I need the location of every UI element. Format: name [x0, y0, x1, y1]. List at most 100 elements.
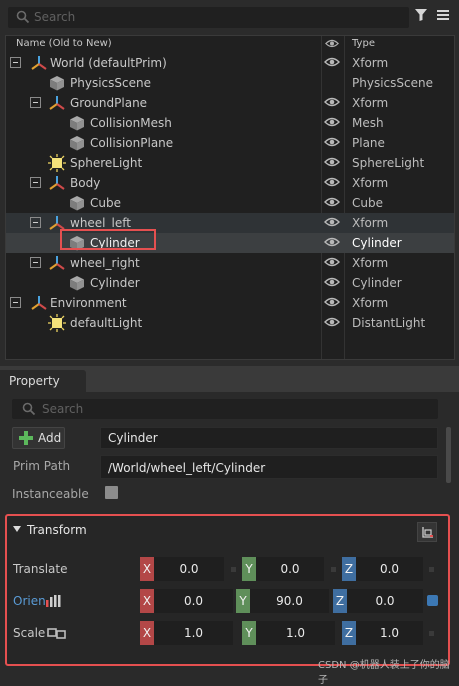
visibility-eye-icon[interactable] [324, 316, 340, 330]
tree-row-type: Xform [352, 176, 389, 190]
tree-row[interactable]: GroundPlane Xform [6, 93, 454, 113]
orient-x-field[interactable]: 0.0 [154, 589, 233, 613]
collapse-toggle-icon[interactable] [30, 177, 41, 188]
scale-z-field[interactable]: 1.0 [356, 621, 423, 645]
tree-row[interactable]: CollisionPlane Plane [6, 133, 454, 153]
keyframe-dot[interactable] [331, 567, 336, 572]
axis-z-label: Z [333, 589, 347, 613]
link-icon[interactable] [47, 626, 67, 640]
translate-z-field[interactable]: 0.0 [356, 557, 423, 581]
tree-row-type: Xform [352, 216, 389, 230]
prim-name-field[interactable]: Cylinder [100, 427, 438, 449]
add-button[interactable]: Add [12, 427, 65, 449]
tree-row[interactable]: World (defaultPrim) Xform [6, 53, 454, 73]
xform-icon [48, 174, 66, 192]
light-icon [48, 154, 66, 172]
prim-path-field[interactable]: /World/wheel_left/Cylinder [100, 455, 438, 479]
property-scrollbar[interactable] [446, 427, 451, 483]
scale-x-field[interactable]: 1.0 [154, 621, 233, 645]
add-button-label: Add [38, 431, 62, 445]
tree-row-name: PhysicsScene [70, 76, 151, 90]
stage-search-input[interactable]: Search [8, 7, 409, 28]
tree-row-type: Xform [352, 96, 389, 110]
translate-label: Translate [13, 562, 68, 576]
transform-section: Transform Translate X 0.0 Y 0.0 Z 0.0 Or… [5, 514, 450, 666]
tree-row-type: Cylinder [352, 276, 402, 290]
collapse-toggle-icon[interactable] [30, 217, 41, 228]
tree-row-name: World (defaultPrim) [50, 56, 167, 70]
visibility-eye-icon[interactable] [324, 296, 340, 310]
tree-row[interactable]: Cylinder Cylinder [6, 273, 454, 293]
orient-mode-icon[interactable] [45, 594, 65, 608]
keyframe-dot[interactable] [429, 567, 434, 572]
tree-row[interactable]: Body Xform [6, 173, 454, 193]
orient-label: Orien [13, 594, 46, 608]
tree-row-type: Mesh [352, 116, 384, 130]
tree-row[interactable]: PhysicsScene PhysicsScene [6, 73, 454, 93]
tree-row[interactable]: Cube Cube [6, 193, 454, 213]
tree-row[interactable]: defaultLight DistantLight [6, 313, 454, 333]
tree-row-name: CollisionMesh [90, 116, 172, 130]
stage-panel: Search Name (Old to New) Type World (def… [0, 0, 459, 366]
keyframe-dot[interactable] [231, 567, 236, 572]
translate-row: Translate X 0.0 Y 0.0 Z 0.0 [9, 557, 449, 581]
filter-icon[interactable] [414, 8, 428, 22]
tree-header: Name (Old to New) Type [6, 36, 454, 53]
visibility-eye-icon[interactable] [324, 256, 340, 270]
stage-search-placeholder: Search [34, 10, 76, 24]
xform-icon [30, 54, 48, 72]
tab-property[interactable]: Property [0, 370, 86, 392]
translate-y-field[interactable]: 0.0 [256, 557, 324, 581]
xform-icon [48, 94, 66, 112]
visibility-eye-icon[interactable] [324, 156, 340, 170]
collapse-toggle-icon[interactable] [30, 97, 41, 108]
keyframe-dot[interactable] [429, 631, 434, 636]
tree-row[interactable]: CollisionMesh Mesh [6, 113, 454, 133]
visibility-eye-icon[interactable] [324, 176, 340, 190]
transform-header[interactable]: Transform [9, 519, 446, 543]
collapse-toggle-icon[interactable] [10, 57, 21, 68]
orient-z-field[interactable]: 0.0 [347, 589, 423, 613]
xform-icon [48, 254, 66, 272]
tree-row-name: CollisionPlane [90, 136, 174, 150]
tree-row[interactable]: wheel_right Xform [6, 253, 454, 273]
collapse-triangle-icon[interactable] [13, 526, 21, 532]
visibility-eye-icon[interactable] [324, 116, 340, 130]
tree-row-name: GroundPlane [70, 96, 148, 110]
visibility-eye-icon[interactable] [324, 216, 340, 230]
transform-options-button[interactable] [417, 522, 437, 542]
tree-row-type: PhysicsScene [352, 76, 433, 90]
column-type[interactable]: Type [352, 38, 375, 49]
scale-label: Scale [13, 626, 46, 640]
visibility-eye-icon[interactable] [324, 236, 340, 250]
visibility-eye-icon[interactable] [324, 56, 340, 70]
column-name[interactable]: Name (Old to New) [16, 38, 112, 49]
tree-row[interactable]: Environment Xform [6, 293, 454, 313]
collapse-toggle-icon[interactable] [30, 257, 41, 268]
keyframe-dot-active[interactable] [427, 595, 438, 606]
visibility-eye-icon[interactable] [324, 136, 340, 150]
property-panel: Search Add Cylinder Prim Path /World/whe… [0, 392, 459, 675]
scale-y-field[interactable]: 1.0 [256, 621, 335, 645]
menu-icon[interactable] [436, 8, 450, 22]
tree-row-type: SphereLight [352, 156, 425, 170]
tree-row-name: Cube [90, 196, 121, 210]
tree-row-name: Cylinder [90, 276, 140, 290]
translate-x-field[interactable]: 0.0 [154, 557, 224, 581]
instanceable-checkbox[interactable] [105, 486, 118, 499]
mesh-icon [48, 74, 66, 92]
property-search-input[interactable]: Search [12, 399, 438, 419]
visibility-eye-icon[interactable] [324, 96, 340, 110]
orient-y-field[interactable]: 90.0 [250, 589, 329, 613]
search-icon [22, 402, 36, 416]
visibility-eye-icon[interactable] [324, 196, 340, 210]
stage-tree[interactable]: Name (Old to New) Type World (defaultPri… [5, 35, 455, 360]
tree-row[interactable]: SphereLight SphereLight [6, 153, 454, 173]
axis-x-label: X [140, 589, 154, 613]
mesh-icon [68, 274, 86, 292]
collapse-toggle-icon[interactable] [10, 297, 21, 308]
instanceable-label: Instanceable [12, 487, 89, 501]
visibility-eye-icon[interactable] [324, 276, 340, 290]
tree-row-type: Cylinder [352, 236, 402, 250]
tree-row-name: defaultLight [70, 316, 143, 330]
